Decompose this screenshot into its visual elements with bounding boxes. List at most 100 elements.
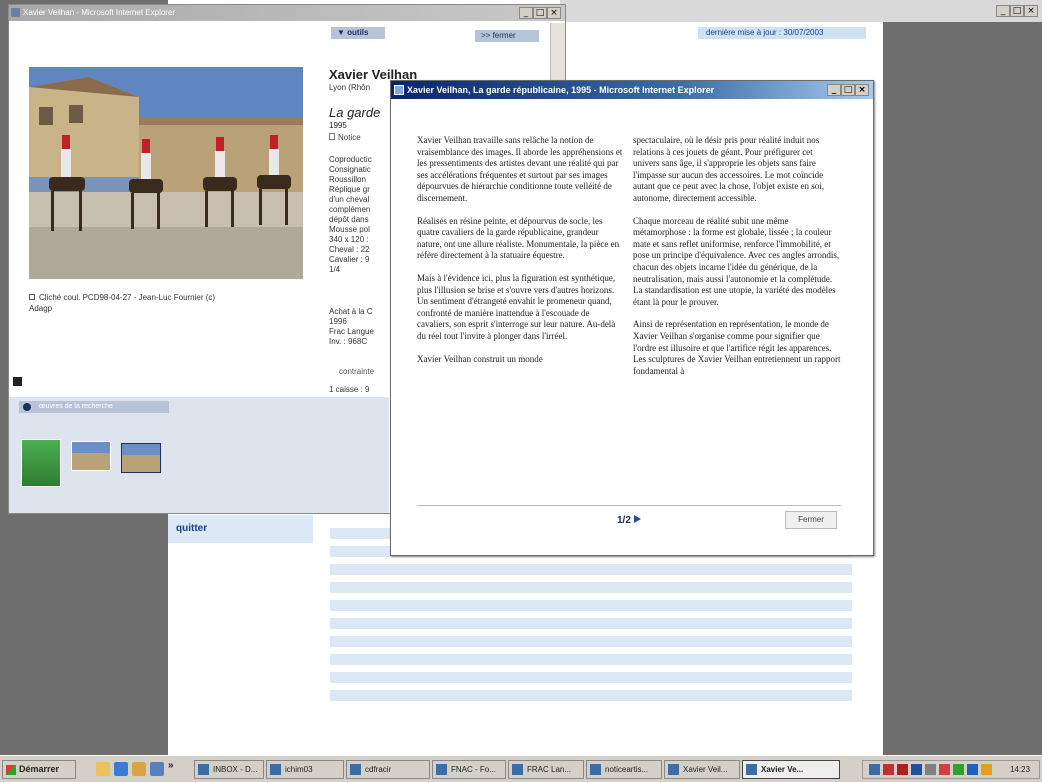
desktop-icon[interactable] (96, 762, 110, 776)
list-row (330, 582, 852, 593)
ie-icon (394, 85, 404, 95)
windows-logo-icon (6, 765, 16, 775)
window-title: Xavier Veilhan - Microsoft Internet Expl… (23, 8, 176, 17)
text-column-right: spectaculaire, où le désir pris pour réa… (633, 135, 841, 388)
overflow-icon[interactable]: » (168, 760, 174, 771)
minimize-button[interactable]: _ (519, 7, 533, 19)
list-row (330, 636, 852, 647)
sync-icon[interactable] (953, 764, 964, 775)
window-title: Xavier Veilhan, La garde républicaine, 1… (407, 85, 715, 95)
window-icon (590, 764, 601, 775)
taskbar-item[interactable]: ichim03 (266, 760, 344, 779)
background-window-titlebar[interactable]: _ □ × (560, 0, 1042, 22)
artist-birthplace: Lyon (Rhôn (329, 83, 371, 92)
page-indicator: 1/2 (617, 515, 631, 526)
close-button[interactable]: × (547, 7, 561, 19)
artwork-photo[interactable] (29, 67, 303, 279)
paragraph: Chaque morceau de réalité subit une même… (633, 215, 840, 307)
minimize-button[interactable]: _ (996, 5, 1010, 17)
thumbnail-2[interactable] (71, 441, 111, 471)
window-icon (668, 764, 679, 775)
next-arrow-icon[interactable] (633, 515, 641, 523)
taskbar-item[interactable]: FNAC - Fo... (432, 760, 506, 779)
constraint-label: contrainte (339, 367, 375, 376)
quit-link[interactable]: quitter (176, 523, 207, 534)
volume-icon[interactable] (925, 764, 936, 775)
thumbnail-1[interactable] (21, 439, 61, 487)
desktop-right (883, 0, 1042, 755)
close-button[interactable]: × (855, 84, 869, 96)
app-icon[interactable] (150, 762, 164, 776)
page-navigation[interactable]: 1/2 (617, 515, 641, 526)
taskbar-item-label: INBOX - D... (213, 765, 258, 774)
search-icon[interactable] (869, 764, 880, 775)
update-icon[interactable] (967, 764, 978, 775)
checkbox-icon[interactable] (29, 294, 35, 300)
bullet-icon (23, 403, 31, 411)
shield-icon[interactable] (981, 764, 992, 775)
notice-link[interactable]: Notice (329, 133, 361, 142)
taskbar-item-label: Xavier Ve... (761, 765, 804, 774)
notice-label: Notice (338, 133, 361, 142)
n-icon[interactable] (897, 764, 908, 775)
ie-icon (11, 8, 20, 17)
text-window: Xavier Veilhan, La garde républicaine, 1… (390, 80, 874, 556)
taskbar-item[interactable]: INBOX - D... (194, 760, 264, 779)
taskbar-item-label: ichim03 (285, 765, 313, 774)
window-icon (512, 764, 523, 775)
search-results-panel: œuvres de la recherche (9, 397, 389, 513)
maximize-button[interactable]: □ (533, 7, 547, 19)
minimize-button[interactable]: _ (827, 84, 841, 96)
window-icon (746, 764, 757, 775)
window-icon (350, 764, 361, 775)
paragraph: spectaculaire, où le désir pris pour réa… (633, 135, 825, 203)
expand-icon[interactable] (13, 377, 22, 386)
list-row (330, 654, 852, 665)
search-results-header[interactable]: œuvres de la recherche (19, 401, 169, 413)
divider (417, 505, 841, 506)
work-details: Coproductic Consignatic Roussillon Répli… (329, 155, 372, 274)
taskbar-item-label: noticeartis... (605, 765, 649, 774)
ie-icon[interactable] (114, 762, 128, 776)
language-icon[interactable] (911, 764, 922, 775)
window-titlebar[interactable]: Xavier Veilhan - Microsoft Internet Expl… (9, 5, 565, 21)
last-update-label: dernière mise à jour : 30/07/2003 (698, 27, 866, 39)
maximize-button[interactable]: □ (841, 84, 855, 96)
taskbar-item-label: FRAC Lan... (527, 765, 572, 774)
work-title: La garde (329, 105, 381, 120)
list-row (330, 600, 852, 611)
list-row (330, 672, 852, 683)
network-icon[interactable] (939, 764, 950, 775)
paragraph: Xavier Veilhan construit un monde (417, 353, 543, 364)
acquisition-details: Achat à la C 1996 Frac Langue Inv. : 968… (329, 307, 374, 346)
thumbnail-3[interactable] (121, 443, 161, 473)
taskbar-item[interactable]: Xavier Veil... (664, 760, 740, 779)
taskbar-item[interactable]: FRAC Lan... (508, 760, 584, 779)
window-titlebar[interactable]: Xavier Veilhan, La garde républicaine, 1… (391, 81, 873, 99)
tools-menu[interactable]: ▼ outils (331, 27, 385, 39)
taskbar: Démarrer » INBOX - D... ichim03 cdfracir FN… (0, 755, 1042, 782)
taskbar-item[interactable]: Xavier Ve... (742, 760, 840, 779)
close-button[interactable]: Fermer (785, 511, 837, 529)
list-row (330, 618, 852, 629)
taskbar-item[interactable]: noticeartis... (586, 760, 662, 779)
start-button[interactable]: Démarrer (2, 760, 76, 779)
list-row (330, 690, 852, 701)
taskbar-item[interactable]: cdfracir (346, 760, 430, 779)
list-row (330, 564, 852, 575)
photo-caption: Cliché coul. PCD98-04-27 - Jean-Luc Four… (29, 292, 239, 314)
close-button[interactable]: × (1024, 5, 1038, 17)
taskbar-item-label: Xavier Veil... (683, 765, 728, 774)
maximize-button[interactable]: □ (1010, 5, 1024, 17)
taskbar-item-label: FNAC - Fo... (451, 765, 496, 774)
close-link[interactable]: >> fermer (475, 30, 539, 42)
folder-icon[interactable] (132, 762, 146, 776)
crate-label: 1 caisse : 9 (329, 385, 370, 394)
caption-text: Cliché coul. PCD98-04-27 - Jean-Luc Four… (29, 293, 216, 313)
window-icon (436, 764, 447, 775)
paragraph: Ainsi de représentation en représentatio… (633, 319, 841, 376)
search-results-label: œuvres de la recherche (39, 403, 113, 410)
document-icon (329, 133, 335, 140)
antivirus-icon[interactable] (883, 764, 894, 775)
start-label: Démarrer (19, 764, 60, 774)
